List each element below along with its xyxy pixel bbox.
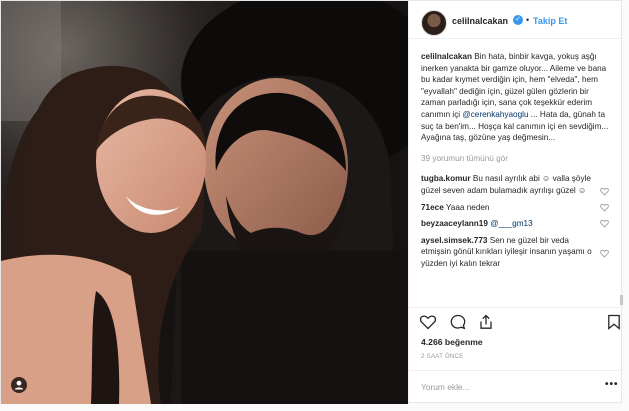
- header-username[interactable]: celilnalcakan: [452, 16, 508, 26]
- comment-text[interactable]: @___gm13: [490, 219, 532, 228]
- comment-item: beyzaaceylann19 @___gm13: [421, 218, 611, 230]
- comment-input[interactable]: [421, 380, 581, 394]
- caption-text-part1: Bin hata, binbir kavga, yokuş aşğı inerk…: [421, 52, 607, 119]
- follow-button[interactable]: Takip Et: [533, 16, 567, 26]
- heart-icon[interactable]: [600, 203, 609, 212]
- comments-scrollbar[interactable]: [620, 295, 623, 305]
- comment-text: Yaaa neden: [445, 202, 490, 212]
- comment-username[interactable]: aysel.simsek.773: [421, 236, 487, 245]
- comment-icon[interactable]: [449, 313, 467, 331]
- comment-username[interactable]: tugba.komur: [421, 174, 471, 183]
- more-options-icon[interactable]: •••: [605, 379, 619, 390]
- avatar[interactable]: [421, 10, 447, 36]
- add-comment-bar: •••: [409, 370, 623, 404]
- verified-badge-icon: ✓: [513, 15, 523, 25]
- caption: celilnalcakan Bin hata, binbir kavga, yo…: [421, 51, 611, 144]
- comment-username[interactable]: beyzaaceylann19: [421, 219, 488, 228]
- caption-mention[interactable]: @cerenkahyaoglu: [462, 110, 528, 119]
- header-separator: •: [526, 15, 530, 25]
- comment-item: 71ece Yaaa neden: [421, 202, 611, 214]
- view-all-comments-link[interactable]: 39 yorumun tümünü gör: [421, 153, 611, 165]
- user-tag-icon[interactable]: [11, 377, 27, 393]
- share-icon[interactable]: [477, 313, 495, 331]
- heart-icon[interactable]: [600, 187, 609, 196]
- heart-icon[interactable]: [600, 219, 609, 228]
- bookmark-icon[interactable]: [605, 313, 623, 331]
- likes-count[interactable]: 4.266 beğenme: [421, 337, 483, 347]
- post-photo[interactable]: [1, 1, 408, 404]
- heart-icon[interactable]: [419, 313, 437, 331]
- heart-icon[interactable]: [600, 249, 609, 258]
- post-frame: celilnalcakan ✓ • Takip Et celilnalcakan…: [0, 0, 623, 404]
- action-bar: [409, 307, 623, 337]
- post-side-panel: celilnalcakan ✓ • Takip Et celilnalcakan…: [408, 1, 623, 404]
- caption-username[interactable]: celilnalcakan: [421, 52, 472, 61]
- comment-username[interactable]: 71ece: [421, 203, 444, 212]
- comments-section[interactable]: celilnalcakan Bin hata, binbir kavga, yo…: [421, 51, 611, 307]
- photo-image: [1, 1, 408, 404]
- comment-item: tugba.komur Bu nasıl ayrılık abi ☺ valla…: [421, 173, 611, 196]
- comment-item: aysel.simsek.773 Sen ne güzel bir veda e…: [421, 235, 611, 270]
- post-header: celilnalcakan ✓ • Takip Et: [409, 1, 623, 39]
- post-timestamp: 2 SAAT ÖNCE: [421, 353, 464, 360]
